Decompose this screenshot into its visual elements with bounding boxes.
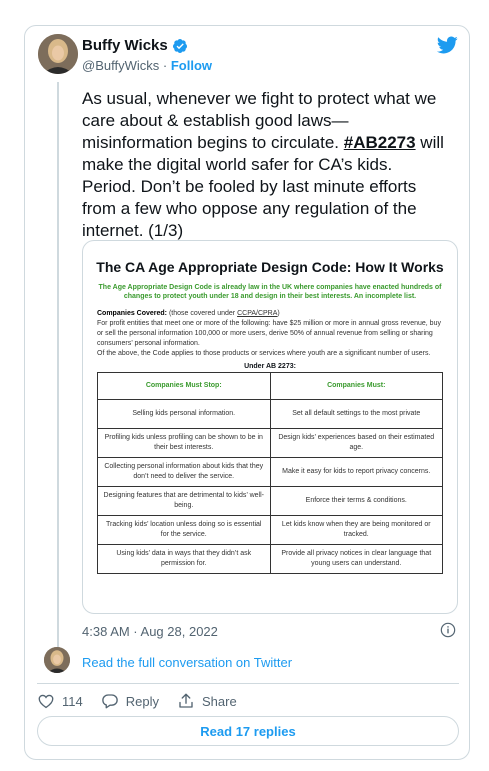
divider — [37, 683, 459, 684]
conversation-avatar[interactable] — [44, 647, 70, 673]
table-cell: Tracking kids’ location unless doing so … — [97, 515, 271, 545]
share-icon — [179, 693, 193, 708]
table-row: Using kids’ data in ways that they didn’… — [97, 544, 443, 574]
tweet-image[interactable]: The CA Age Appropriate Design Code: How … — [82, 240, 458, 614]
table-cell: Selling kids personal information. — [97, 399, 271, 429]
table-cell: Set all default settings to the most pri… — [269, 399, 443, 429]
covered-paren: (those covered under — [167, 310, 238, 317]
author-name[interactable]: Buffy Wicks — [82, 37, 168, 54]
tweet-timestamp[interactable]: 4:38 AM · Aug 28, 2022 — [82, 624, 218, 639]
hashtag-link[interactable]: #AB2273 — [344, 133, 416, 152]
table-cell: Designing features that are detrimental … — [97, 486, 271, 516]
requirements-table: Companies Must Stop: Companies Must: Sel… — [97, 372, 443, 574]
thread-line — [57, 82, 59, 647]
author-info: Buffy Wicks @BuffyWicks · Follow — [82, 37, 212, 73]
table-cell: Make it easy for kids to report privacy … — [269, 457, 443, 487]
table-cell: Let kids know when they are being monito… — [269, 515, 443, 545]
reply-button[interactable]: Reply — [101, 692, 159, 710]
covered-label: Companies Covered: — [97, 310, 168, 317]
table-header-row: Companies Must Stop: Companies Must: — [97, 372, 443, 400]
covered-link: CCPA/CPRA — [237, 310, 278, 317]
companies-covered: Companies Covered: (those covered under … — [97, 309, 443, 359]
covered-text: For profit entities that meet one or mor… — [97, 320, 441, 347]
info-icon[interactable] — [440, 622, 456, 638]
image-title: The CA Age Appropriate Design Code: How … — [96, 259, 444, 275]
table-header: Companies Must: — [269, 372, 443, 400]
like-button[interactable]: 114 — [37, 692, 83, 710]
reply-icon — [101, 694, 118, 709]
reply-label: Reply — [125, 693, 159, 709]
image-subtitle: The Age Appropriate Design Code is alrea… — [98, 284, 442, 300]
action-bar: 114 Reply Share — [37, 692, 255, 710]
separator-dot: · — [162, 58, 168, 73]
table-cell: Provide all privacy notices in clear lan… — [269, 544, 443, 574]
table-row: Collecting personal information about ki… — [97, 457, 443, 487]
table-row: Tracking kids’ location unless doing so … — [97, 515, 443, 545]
avatar-photo — [44, 647, 70, 673]
heart-icon — [38, 694, 54, 709]
covered-text: Of the above, the Code applies to those … — [97, 350, 431, 357]
author-handle[interactable]: @BuffyWicks — [82, 58, 159, 73]
under-label: Under AB 2273: — [244, 363, 296, 370]
covered-paren: ) — [277, 310, 280, 317]
table-header: Companies Must Stop: — [97, 372, 271, 400]
table-row: Selling kids personal information. Set a… — [97, 399, 443, 429]
follow-button[interactable]: Follow — [171, 58, 212, 73]
read-conversation-link[interactable]: Read the full conversation on Twitter — [82, 655, 292, 670]
share-button[interactable]: Share — [177, 692, 237, 710]
avatar-photo — [38, 34, 78, 74]
table-cell: Using kids’ data in ways that they didn’… — [97, 544, 271, 574]
table-cell: Collecting personal information about ki… — [97, 457, 271, 487]
verified-badge-icon — [172, 38, 187, 53]
table-row: Designing features that are detrimental … — [97, 486, 443, 516]
table-cell: Profiling kids unless profiling can be s… — [97, 428, 271, 458]
like-count: 114 — [62, 693, 83, 709]
table-cell: Enforce their terms & conditions. — [269, 486, 443, 516]
tweet-text: As usual, whenever we fight to protect w… — [82, 88, 448, 242]
twitter-bird-icon[interactable] — [436, 34, 458, 56]
read-replies-button[interactable]: Read 17 replies — [37, 716, 459, 746]
author-avatar[interactable] — [38, 34, 78, 74]
table-cell: Design kids’ experiences based on their … — [269, 428, 443, 458]
share-label: Share — [201, 693, 237, 709]
table-row: Profiling kids unless profiling can be s… — [97, 428, 443, 458]
